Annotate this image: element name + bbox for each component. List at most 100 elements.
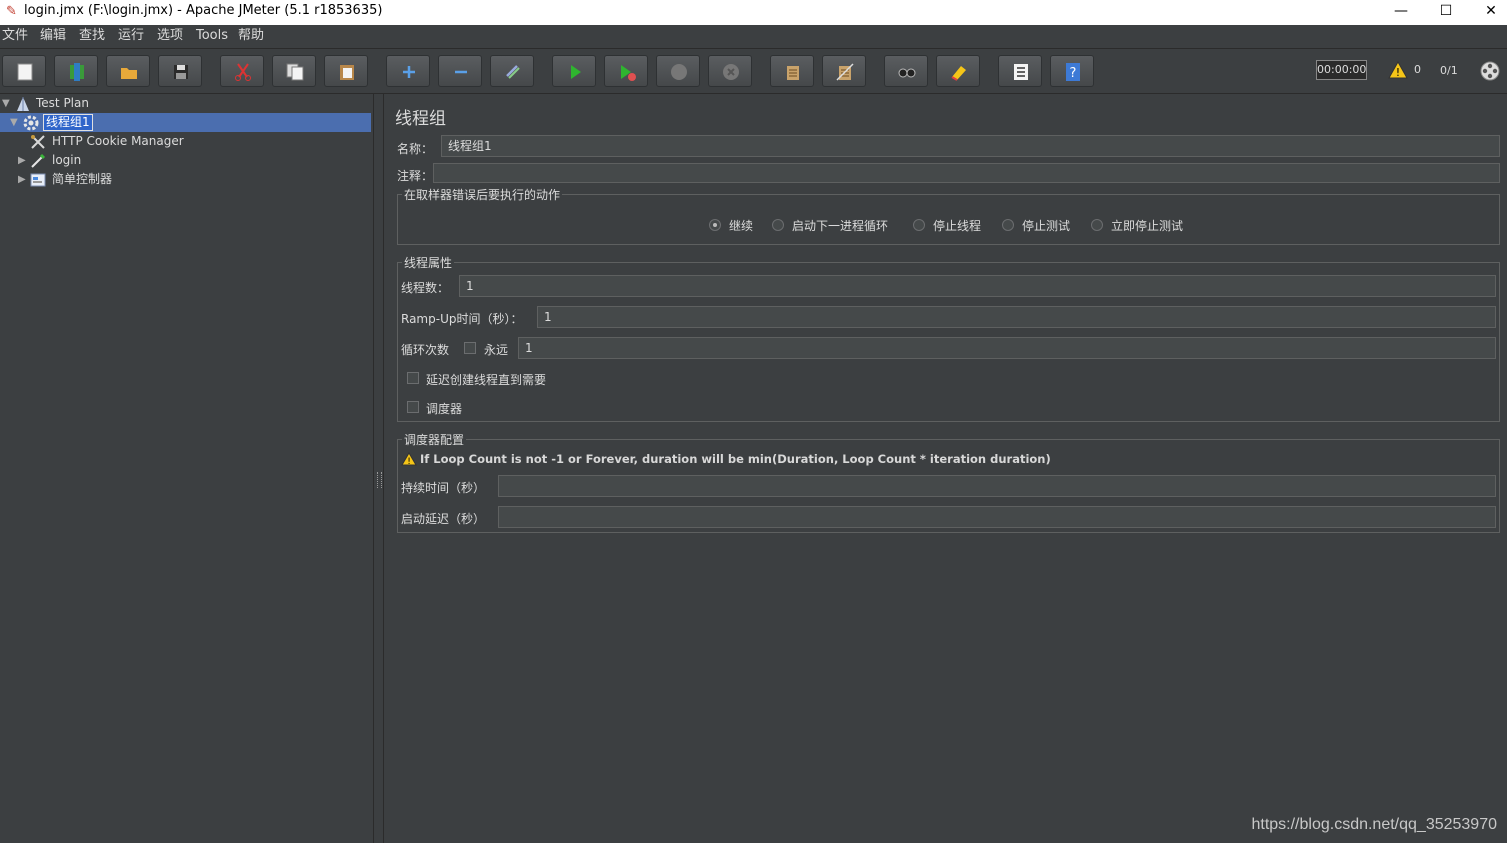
startup-delay-field[interactable]: [498, 506, 1496, 528]
scheduler-label[interactable]: 调度器: [426, 400, 462, 417]
copy-button[interactable]: [272, 55, 316, 87]
shutdown-icon: [723, 64, 739, 80]
reset-search-button[interactable]: [936, 55, 980, 87]
tree-expanded-icon[interactable]: ▼: [2, 94, 10, 113]
threads-field[interactable]: 1: [459, 275, 1496, 297]
loop-count-field[interactable]: 1: [518, 337, 1496, 359]
duration-field[interactable]: [498, 475, 1496, 497]
warning-icon: !: [401, 452, 417, 466]
tree-item-test-plan[interactable]: ▼ Test Plan: [0, 94, 373, 113]
menu-file[interactable]: 文件: [2, 27, 28, 45]
svg-text:?: ?: [1070, 66, 1077, 81]
window-title-bar: ✎ login.jmx (F:\login.jmx) - Apache JMet…: [0, 0, 1507, 25]
close-icon: ✕: [1485, 3, 1497, 19]
menu-options[interactable]: 选项: [157, 27, 183, 45]
clear-icon: [787, 66, 799, 80]
clear-all-icon: [836, 63, 854, 81]
save-button[interactable]: [158, 55, 202, 87]
stop-button[interactable]: [656, 55, 700, 87]
window-title: login.jmx (F:\login.jmx) - Apache JMeter…: [24, 3, 383, 18]
expand-all-button[interactable]: [386, 55, 430, 87]
copy-icon: [286, 63, 304, 81]
stop-icon: [671, 64, 687, 80]
toggle-button[interactable]: [490, 55, 534, 87]
tree-collapsed-icon[interactable]: ▶: [18, 170, 26, 189]
open-button[interactable]: [106, 55, 150, 87]
minimize-button[interactable]: —: [1378, 0, 1424, 25]
menu-search[interactable]: 查找: [79, 27, 105, 45]
forever-label[interactable]: 永远: [484, 341, 508, 358]
cookie-manager-icon: [31, 135, 45, 149]
thread-group-panel: 线程组 名称： 线程组1 注释： 在取样器错误后要执行的动作 继续 启动下一进程…: [385, 94, 1507, 843]
menu-tools[interactable]: Tools: [196, 27, 228, 45]
shutdown-button[interactable]: [708, 55, 752, 87]
warning-icon: !: [1388, 61, 1408, 79]
radio-continue[interactable]: [709, 219, 721, 231]
tree-collapsed-icon[interactable]: ▶: [18, 151, 26, 170]
radio-stop-thread[interactable]: [913, 219, 925, 231]
tree-item-login[interactable]: ▶ login: [0, 151, 373, 170]
threads-label: 线程数：: [401, 281, 450, 295]
radio-stop-test-label[interactable]: 停止测试: [1022, 217, 1070, 234]
collapse-icon: [455, 70, 467, 74]
function-helper-button[interactable]: [998, 55, 1042, 87]
start-button[interactable]: [552, 55, 596, 87]
test-plan-icon: [17, 97, 29, 111]
cut-button[interactable]: [220, 55, 264, 87]
scheduler-checkbox[interactable]: [407, 401, 419, 413]
help-icon: ?: [1066, 63, 1080, 81]
maximize-icon: ☐: [1439, 3, 1453, 19]
new-button[interactable]: [2, 55, 46, 87]
tree-item-simple-controller[interactable]: ▶ 简单控制器: [0, 170, 373, 189]
tree-item-thread-group[interactable]: ▼ 线程组1: [0, 113, 371, 132]
comment-field[interactable]: [433, 163, 1500, 183]
menu-help[interactable]: 帮助: [238, 27, 264, 45]
start-no-pause-icon: [621, 65, 636, 81]
expand-icon: [403, 66, 415, 78]
maximize-button[interactable]: ☐: [1423, 0, 1469, 25]
radio-stop-test-now-label[interactable]: 立即停止测试: [1111, 217, 1183, 234]
thread-group-icon: [23, 115, 39, 131]
search-button[interactable]: [884, 55, 928, 87]
menu-bar: 文件 编辑 查找 运行 选项 Tools 帮助: [0, 25, 1507, 49]
delay-thread-creation-checkbox[interactable]: [407, 372, 419, 384]
running-indicator-icon: [1480, 61, 1500, 81]
name-field[interactable]: 线程组1: [441, 135, 1500, 157]
menu-run[interactable]: 运行: [118, 27, 144, 45]
radio-start-next-loop[interactable]: [772, 219, 784, 231]
split-pane-divider[interactable]: [373, 94, 384, 843]
divider-grip-icon[interactable]: [377, 472, 382, 488]
radio-stop-test-now[interactable]: [1091, 219, 1103, 231]
clear-button[interactable]: [770, 55, 814, 87]
radio-stop-test[interactable]: [1002, 219, 1014, 231]
help-button[interactable]: ?: [1050, 55, 1094, 87]
radio-start-next-loop-label[interactable]: 启动下一进程循环: [792, 217, 888, 234]
tree-item-label: Test Plan: [36, 96, 89, 110]
thread-properties-title: 线程属性: [402, 254, 455, 271]
radio-stop-thread-label[interactable]: 停止线程: [933, 217, 981, 234]
error-action-group-title: 在取样器错误后要执行的动作: [402, 186, 563, 203]
tree-item-label: HTTP Cookie Manager: [52, 134, 184, 148]
templates-button[interactable]: [54, 55, 98, 87]
collapse-all-button[interactable]: [438, 55, 482, 87]
start-no-pauses-button[interactable]: [604, 55, 648, 87]
clear-all-button[interactable]: [822, 55, 866, 87]
tree-expanded-icon[interactable]: ▼: [10, 113, 18, 132]
delay-thread-creation-label[interactable]: 延迟创建线程直到需要: [426, 371, 546, 388]
cut-icon: [235, 63, 251, 81]
error-action-group: 在取样器错误后要执行的动作 继续 启动下一进程循环 停止线程 停止测试 立即停止…: [397, 186, 1500, 245]
forever-checkbox[interactable]: [464, 342, 476, 354]
save-icon: [174, 65, 188, 79]
rampup-field[interactable]: 1: [537, 306, 1496, 328]
paste-icon: [340, 65, 354, 80]
jmeter-feather-icon: ✎: [6, 4, 17, 19]
toolbar: ? 00:00:00 ! 0 0/1: [0, 49, 1507, 94]
comment-label: 注释：: [397, 169, 434, 183]
paste-button[interactable]: [324, 55, 368, 87]
close-button[interactable]: ✕: [1468, 0, 1507, 25]
sampler-icon: [31, 153, 46, 168]
tree-item-label: login: [52, 153, 82, 167]
radio-continue-label[interactable]: 继续: [729, 217, 753, 234]
tree-item-cookie-manager[interactable]: HTTP Cookie Manager: [0, 132, 373, 151]
menu-edit[interactable]: 编辑: [40, 27, 66, 45]
